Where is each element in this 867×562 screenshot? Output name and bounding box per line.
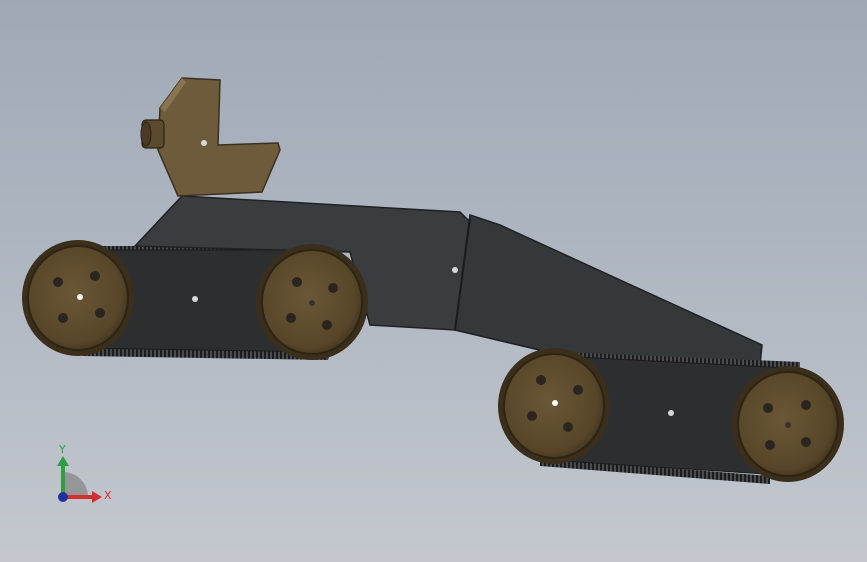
chassis-hole — [452, 267, 458, 273]
right-plate-hole — [668, 410, 674, 416]
triad-y-label: Y — [58, 443, 66, 456]
wheel-rear-left[interactable] — [256, 244, 368, 360]
coordinate-triad-icon: Y X — [57, 443, 112, 503]
triad-x-label: X — [104, 489, 112, 502]
wheel-front-left[interactable] — [22, 240, 134, 356]
left-plate-hole — [192, 296, 198, 302]
cad-viewport[interactable]: Y X — [0, 0, 867, 562]
camera-lens — [140, 119, 165, 149]
wheel-rear-right[interactable] — [732, 366, 844, 482]
chassis-rear-section — [454, 214, 763, 366]
wheel-front-right[interactable] — [498, 348, 610, 464]
camera-bracket — [140, 77, 281, 197]
robot-model[interactable]: Y X — [0, 0, 867, 562]
